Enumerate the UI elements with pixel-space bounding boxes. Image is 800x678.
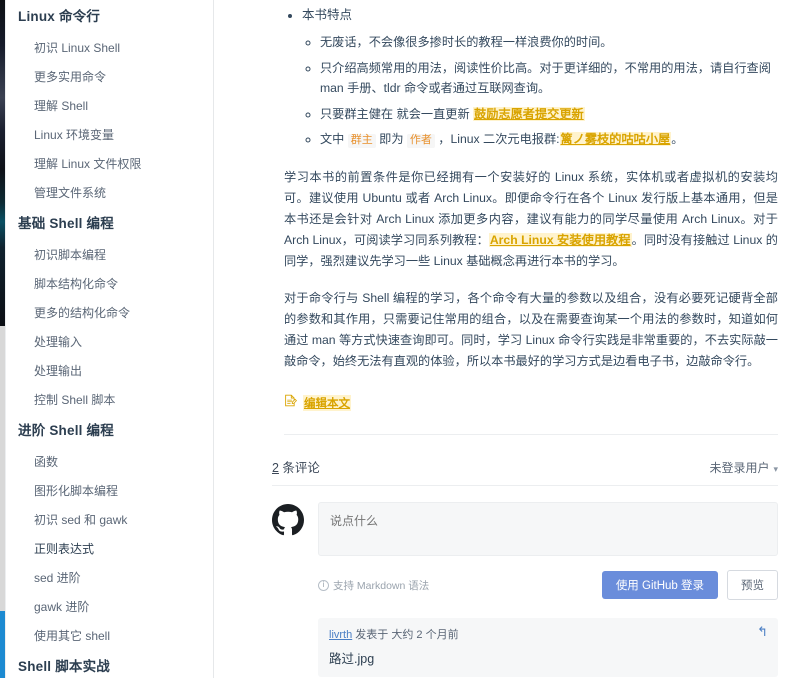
content-divider — [284, 434, 778, 436]
article-body: 本书特点 无废话，不会像很多掺时长的教程一样浪费你的时间。 只介绍高频常用的用法… — [214, 6, 800, 436]
comment-timestamp: 大约 2 个月前 — [391, 629, 459, 642]
comment-count-number: 2 — [272, 461, 279, 476]
comment-editor-actions: i 支持 Markdown 语法 使用 GitHub 登录 预览 — [318, 570, 778, 601]
features-heading: 本书特点 — [302, 8, 353, 22]
sidebar-item-list: Linux 命令行 初识 Linux Shell 更多实用命令 理解 Shell Lin… — [6, 0, 213, 678]
feature-text-4a: 文中 — [320, 132, 348, 147]
paragraph-learning-advice: 对于命令行与 Shell 编程的学习，各个命令有大量的参数以及组合，没有必要死记… — [284, 291, 778, 369]
sidebar-item-5[interactable]: 理解 Linux 文件权限 — [6, 150, 213, 179]
chevron-down-icon: ▾ — [773, 464, 778, 475]
sidebar-item-13[interactable]: 控制 Shell 脚本 — [6, 386, 213, 415]
edit-article-link[interactable]: 编辑本文 — [303, 395, 351, 412]
comment-action-label: 发表于 — [355, 629, 389, 642]
arch-linux-tutorial-link[interactable]: Arch Linux 安装使用教程 — [488, 233, 632, 248]
sidebar-item-0[interactable]: Linux 命令行 — [6, 0, 213, 34]
main-content: 本书特点 无废话，不会像很多掺时长的教程一样浪费你的时间。 只介绍高频常用的用法… — [214, 0, 800, 678]
comment-body: livrth 发表于 大约 2 个月前 路过.jpg ↰ — [318, 618, 778, 678]
comment-input-box: i 支持 Markdown 语法 使用 GitHub 登录 预览 — [318, 502, 778, 601]
sidebar-item-15[interactable]: 函数 — [6, 448, 213, 477]
sidebar-item-3[interactable]: 理解 Shell — [6, 92, 213, 121]
features-heading-item: 本书特点 无废话，不会像很多掺时长的教程一样浪费你的时间。 只介绍高频常用的用法… — [302, 6, 778, 151]
features-inner-list: 无废话，不会像很多掺时长的教程一样浪费你的时间。 只介绍高频常用的用法，阅读性价… — [302, 33, 778, 151]
sidebar-item-18[interactable]: 正则表达式 — [6, 535, 213, 564]
comments-section: 2 条评论 未登录用户▾ i 支持 Markdown 语法 — [214, 457, 800, 678]
feature-text-4b: 即为 — [375, 132, 407, 147]
feature-text-1: 无废话，不会像很多掺时长的教程一样浪费你的时间。 — [320, 35, 613, 50]
comment-author-link[interactable]: livrth — [329, 629, 352, 641]
avatar[interactable] — [272, 618, 304, 650]
sidebar-item-12[interactable]: 处理输出 — [6, 357, 213, 386]
inline-code-owner: 群主 — [347, 134, 376, 149]
sidebar-item-21[interactable]: 使用其它 shell — [6, 622, 213, 651]
sidebar-item-22[interactable]: Shell 脚本实战 — [6, 651, 213, 678]
comment-meta: livrth 发表于 大约 2 个月前 — [329, 626, 767, 642]
comment-count-suffix: 条评论 — [278, 461, 320, 476]
github-avatar-icon — [272, 504, 304, 536]
page-root: Linux 命令行 初识 Linux Shell 更多实用命令 理解 Shell Lin… — [0, 0, 800, 678]
sidebar-item-16[interactable]: 图形化脚本编程 — [6, 477, 213, 506]
comment-input[interactable] — [318, 502, 778, 557]
sidebar-item-1[interactable]: 初识 Linux Shell — [6, 34, 213, 63]
sidebar-item-19[interactable]: sed 进阶 — [6, 564, 213, 593]
sidebar-item-7[interactable]: 基础 Shell 编程 — [6, 208, 213, 241]
feature-text-4d: 。 — [671, 132, 684, 147]
feature-item-4: 文中 群主 即为 作者 ，Linux 二次元电报群:篱ノ雾枝的咕咕小屋。 — [320, 130, 778, 151]
reply-arrow-icon[interactable]: ↰ — [757, 625, 768, 638]
sidebar-item-2[interactable]: 更多实用命令 — [6, 63, 213, 92]
comment-text: 路过.jpg — [329, 652, 375, 667]
comment-item: livrth 发表于 大约 2 个月前 路过.jpg ↰ — [272, 618, 778, 678]
sidebar-item-6[interactable]: 管理文件系统 — [6, 179, 213, 208]
sidebar-item-14[interactable]: 进阶 Shell 编程 — [6, 415, 213, 448]
preview-button[interactable]: 预览 — [727, 570, 778, 601]
paragraph-prerequisites: 学习本书的前置条件是你已经拥有一个安装好的 Linux 系统，实体机或者虚拟机的… — [284, 167, 778, 272]
sidebar-item-17[interactable]: 初识 sed 和 gawk — [6, 506, 213, 535]
document-edit-icon — [284, 394, 298, 412]
feature-item-2: 只介绍高频常用的用法，阅读性价比高。对于更详细的，不常用的用法，请自行查阅 ma… — [320, 59, 778, 99]
github-login-button[interactable]: 使用 GitHub 登录 — [601, 571, 718, 600]
info-icon: i — [318, 579, 329, 591]
sidebar-item-4[interactable]: Linux 环境变量 — [6, 121, 213, 150]
user-selector-label: 未登录用户 — [709, 461, 770, 476]
sidebar-item-20[interactable]: gawk 进阶 — [6, 593, 213, 622]
sidebar-item-11[interactable]: 处理输入 — [6, 328, 213, 357]
markdown-note: i 支持 Markdown 语法 — [318, 578, 429, 593]
edit-article-row: 编辑本文 — [284, 394, 778, 412]
feature-text-4c: ，Linux 二次元电报群: — [434, 132, 560, 147]
volunteer-update-link[interactable]: 鼓励志愿者提交更新 — [473, 106, 585, 121]
inline-code-author: 作者 — [406, 134, 435, 149]
comment-count: 2 条评论 — [272, 457, 320, 476]
sidebar-item-8[interactable]: 初识脚本编程 — [6, 241, 213, 270]
sidebar-item-9[interactable]: 脚本结构化命令 — [6, 270, 213, 299]
user-selector[interactable]: 未登录用户 ▾ — [709, 459, 778, 476]
features-outer-list: 本书特点 无废话，不会像很多掺时长的教程一样浪费你的时间。 只介绍高频常用的用法… — [284, 6, 778, 151]
telegram-group-link[interactable]: 篱ノ雾枝的咕咕小屋 — [559, 132, 672, 147]
feature-item-1: 无废话，不会像很多掺时长的教程一样浪费你的时间。 — [320, 33, 778, 53]
comments-header: 2 条评论 未登录用户 ▾ — [272, 457, 778, 487]
sidebar-navigation: Linux 命令行 初识 Linux Shell 更多实用命令 理解 Shell Lin… — [6, 0, 213, 678]
comment-editor: i 支持 Markdown 语法 使用 GitHub 登录 预览 — [272, 502, 778, 601]
feature-item-3: 只要群主健在 就会一直更新 鼓励志愿者提交更新 — [320, 105, 778, 125]
sidebar-item-10[interactable]: 更多的结构化命令 — [6, 299, 213, 328]
feature-text-3: 只要群主健在 就会一直更新 — [320, 106, 474, 121]
feature-text-2: 只介绍高频常用的用法，阅读性价比高。对于更详细的，不常用的用法，请自行查阅 ma… — [320, 61, 771, 95]
markdown-note-label: 支持 Markdown 语法 — [333, 579, 430, 592]
